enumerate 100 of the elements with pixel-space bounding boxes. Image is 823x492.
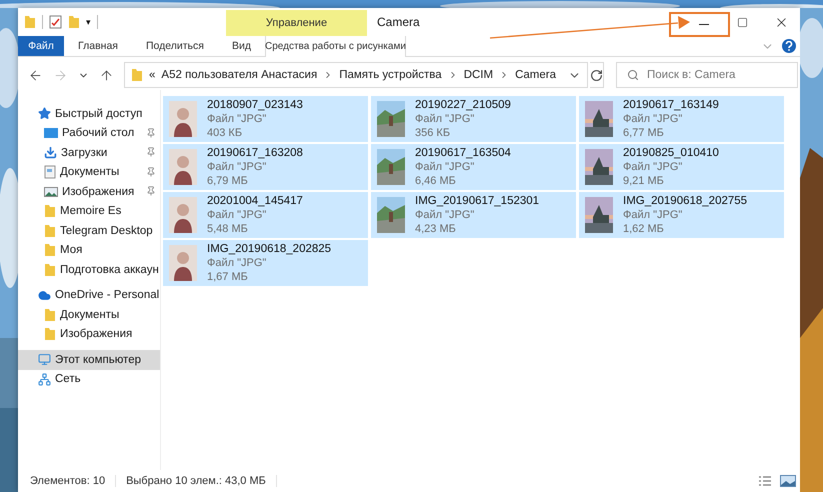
sidebar-item[interactable]: Этот компьютер [18, 350, 160, 370]
pin-icon [146, 186, 156, 196]
file-type: Файл "JPG" [415, 208, 476, 222]
folder-icon [44, 204, 56, 218]
maximize-icon [736, 16, 748, 28]
file-type: Файл "JPG" [623, 208, 684, 222]
context-tab-header: Управление [226, 10, 367, 36]
search-input[interactable]: Поиск в: Camera [646, 69, 797, 81]
refresh-button[interactable] [590, 62, 604, 88]
file-type: Файл "JPG" [207, 160, 268, 174]
pin-icon [146, 147, 156, 157]
item-count: Элементов: 10 [30, 475, 116, 487]
folder-icon [44, 327, 56, 342]
sidebar-item[interactable]: Документы [18, 162, 160, 182]
download-icon [44, 146, 57, 160]
sidebar-item[interactable]: Подготовка аккаун [18, 260, 160, 280]
file-name: 20190825_010410 [623, 146, 719, 160]
help-icon[interactable] [782, 39, 796, 53]
folder-icon [44, 224, 56, 238]
file-type: Файл "JPG" [415, 160, 476, 174]
file-name: 20190227_210509 [415, 98, 511, 112]
file-size: 9,21 МБ [623, 174, 665, 188]
file-size: 1,62 МБ [623, 222, 665, 236]
file-size: 6,77 МБ [623, 126, 665, 140]
file-tile[interactable]: 20201004_145417 Файл "JPG" 5,48 МБ [163, 192, 368, 238]
refresh-icon [590, 68, 603, 82]
file-tile[interactable]: IMG_20190617_152301 Файл "JPG" 4,23 МБ [371, 192, 576, 238]
file-type: Файл "JPG" [623, 112, 684, 126]
file-type: Файл "JPG" [207, 112, 268, 126]
sidebar-item[interactable]: Документы [18, 305, 160, 324]
sidebar-item[interactable]: Сеть [18, 370, 160, 389]
file-name: IMG_20190618_202755 [623, 194, 748, 208]
folder-icon [68, 15, 80, 29]
file-tile[interactable]: IMG_20190618_202825 Файл "JPG" 1,67 МБ [163, 240, 368, 286]
cloud-icon [38, 288, 51, 302]
folder-icon [44, 262, 56, 277]
minimize-icon [699, 24, 709, 25]
file-size: 6,79 МБ [207, 174, 249, 188]
folder-icon [131, 68, 143, 82]
file-name: 20190617_163149 [623, 98, 719, 112]
folder-icon [24, 15, 36, 29]
file-size: 403 КБ [207, 126, 244, 140]
folder-icon [44, 243, 56, 258]
search-field[interactable]: Поиск в: Camera [616, 62, 798, 88]
file-size: 5,48 МБ [207, 222, 249, 236]
file-tile[interactable]: IMG_20190618_202755 Файл "JPG" 1,62 МБ [579, 192, 784, 238]
file-name: IMG_20190617_152301 [415, 194, 540, 208]
document-icon [44, 165, 56, 180]
file-name: IMG_20190618_202825 [207, 242, 332, 256]
image-icon [44, 186, 58, 198]
sidebar-item[interactable]: Telegram Desktop [18, 221, 160, 240]
file-tile[interactable]: 20190617_163149 Файл "JPG" 6,77 МБ [579, 96, 784, 142]
file-size: 356 КБ [415, 126, 452, 140]
sidebar-item[interactable]: Быстрый доступ [18, 104, 160, 124]
file-type: Файл "JPG" [623, 160, 684, 174]
breadcrumb[interactable]: DCIM [464, 69, 494, 81]
breadcrumb[interactable]: Память устройства [339, 69, 442, 81]
ribbon-tab[interactable]: Поделиться [132, 36, 218, 56]
sidebar-item[interactable]: Загрузки [18, 143, 160, 162]
file-name: 20190617_163208 [207, 146, 303, 160]
star-icon [38, 107, 51, 120]
desktop-icon [44, 127, 58, 140]
sidebar-item[interactable]: Рабочий стол [18, 124, 160, 143]
pin-icon [146, 166, 156, 176]
customize-dropdown[interactable]: ▾ [86, 17, 91, 27]
file-size: 1,67 МБ [207, 270, 249, 284]
ribbon-tab[interactable]: Главная [64, 36, 132, 56]
breadcrumb[interactable]: A52 пользователя Анастасия [161, 69, 318, 81]
file-tile[interactable]: 20190617_163208 Файл "JPG" 6,79 МБ [163, 144, 368, 190]
sidebar-item[interactable]: OneDrive - Personal [18, 286, 160, 305]
file-size: 4,23 МБ [415, 222, 457, 236]
file-type: Файл "JPG" [415, 112, 476, 126]
file-tile[interactable]: 20190617_163504 Файл "JPG" 6,46 МБ [371, 144, 576, 190]
address-bar[interactable]: « A52 пользователя Анастасия Память устройства DCIM Camera [124, 62, 588, 88]
computer-icon [38, 353, 51, 366]
properties-icon[interactable] [49, 15, 62, 29]
tiles-view-icon[interactable] [780, 475, 796, 487]
overflow-chevron[interactable]: « [149, 69, 156, 81]
file-tab[interactable]: Файл [18, 36, 64, 56]
file-name: 20190617_163504 [415, 146, 511, 160]
file-tile[interactable]: 20190227_210509 Файл "JPG" 356 КБ [371, 96, 576, 142]
pin-icon [146, 128, 156, 138]
selection-info: Выбрано 10 элем.: 43,0 МБ [126, 475, 277, 487]
details-view-icon[interactable] [758, 475, 772, 487]
file-tile[interactable]: 20180907_023143 Файл "JPG" 403 КБ [163, 96, 368, 142]
sidebar-item[interactable]: Изображения [18, 182, 160, 202]
file-name: 20180907_023143 [207, 98, 303, 112]
ribbon-tab[interactable]: Вид [218, 36, 265, 56]
file-tile[interactable]: 20190825_010410 Файл "JPG" 9,21 МБ [579, 144, 784, 190]
network-icon [38, 372, 51, 386]
sidebar-item[interactable]: Изображения [18, 324, 160, 344]
window-title: Camera [377, 14, 420, 31]
breadcrumb[interactable]: Camera [515, 69, 556, 81]
folder-icon [44, 308, 56, 322]
file-name: 20201004_145417 [207, 194, 303, 208]
sidebar-item[interactable]: Моя [18, 240, 160, 260]
file-type: Файл "JPG" [207, 256, 268, 270]
search-icon [626, 69, 639, 81]
sidebar-item[interactable]: Memoire Es [18, 202, 160, 221]
file-type: Файл "JPG" [207, 208, 268, 222]
